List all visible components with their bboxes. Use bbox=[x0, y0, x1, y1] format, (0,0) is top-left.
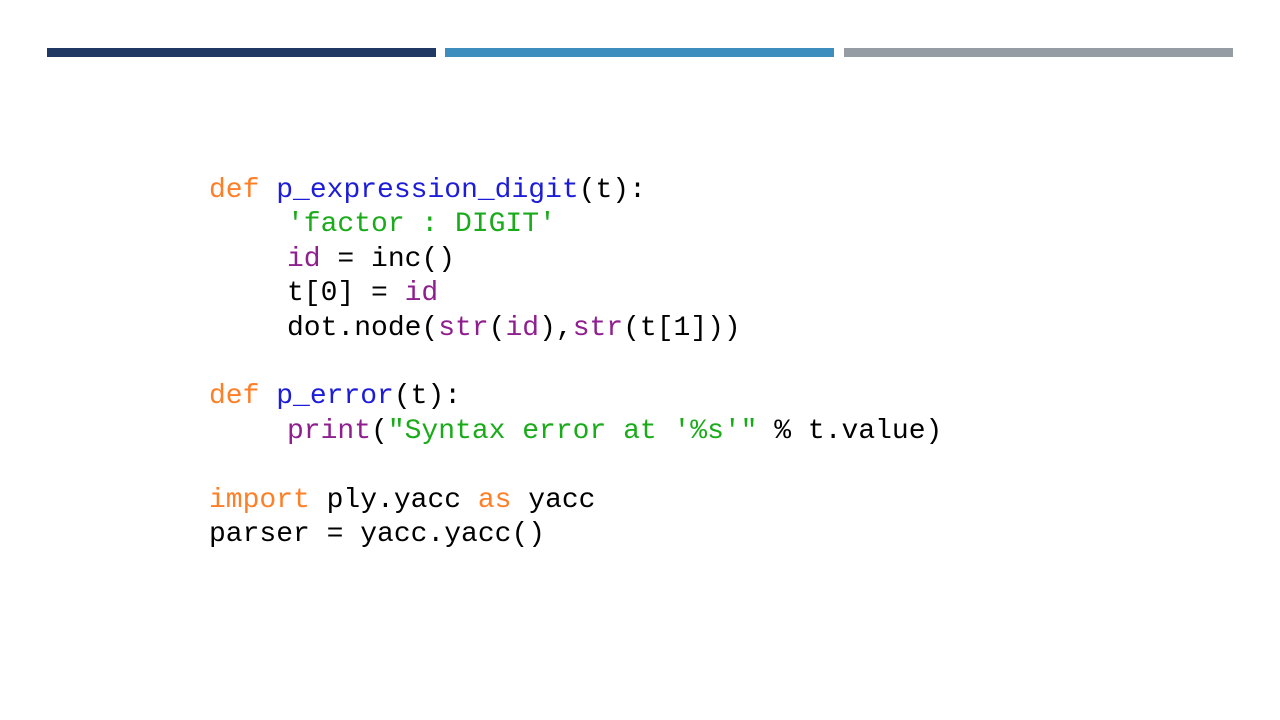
code-text: t[0] = bbox=[287, 278, 405, 310]
keyword-def: def bbox=[209, 175, 260, 206]
slide: def p_expression_digit(t):'factor : DIGI… bbox=[0, 0, 1280, 720]
header-bar-dark-blue bbox=[47, 48, 436, 57]
builtin-str: str bbox=[438, 312, 489, 344]
function-name: p_error bbox=[276, 381, 394, 413]
code-line-id-assign: id = inc() bbox=[209, 243, 942, 277]
builtin-id: id bbox=[287, 243, 321, 275]
builtin-id: id bbox=[404, 278, 439, 310]
code-text: = inc() bbox=[320, 243, 456, 275]
code-text: (t): bbox=[393, 381, 462, 413]
code-text: % t.value) bbox=[757, 415, 943, 447]
code-block: def p_expression_digit(t):'factor : DIGI… bbox=[209, 174, 942, 552]
keyword-def: def bbox=[209, 381, 260, 413]
code-text: ( bbox=[371, 415, 388, 447]
code-line-import: import ply.yacc as yacc bbox=[209, 484, 942, 518]
code-line-def-p-expression-digit: def p_expression_digit(t): bbox=[209, 174, 942, 208]
code-line-print: print("Syntax error at '%s'" % t.value) bbox=[209, 415, 942, 449]
string-literal: "Syntax error at '%s'" bbox=[387, 415, 758, 447]
function-name: p_expression_digit bbox=[276, 175, 579, 206]
header-bar-gray bbox=[844, 48, 1233, 57]
code-text: dot.node( bbox=[287, 312, 439, 344]
code-text: (t[1])) bbox=[623, 312, 741, 344]
header-bar-light-blue bbox=[445, 48, 834, 57]
code-line-docstring: 'factor : DIGIT' bbox=[209, 208, 942, 242]
code-line-dot-node: dot.node(str(id),str(t[1])) bbox=[209, 312, 942, 346]
builtin-print: print bbox=[287, 415, 372, 447]
code-text: parser = yacc.yacc() bbox=[209, 518, 546, 550]
code-text: ply.yacc bbox=[309, 484, 478, 516]
code-line-t0-assign: t[0] = id bbox=[209, 277, 942, 311]
string-literal: 'factor : DIGIT' bbox=[287, 209, 556, 241]
code-text: ), bbox=[539, 312, 573, 344]
code-text: ( bbox=[488, 312, 506, 344]
code-line-def-p-error: def p_error(t): bbox=[209, 380, 942, 414]
code-line-parser: parser = yacc.yacc() bbox=[209, 518, 942, 552]
builtin-id: id bbox=[505, 312, 540, 344]
keyword-as: as bbox=[477, 484, 512, 516]
builtin-str: str bbox=[572, 312, 624, 344]
keyword-import: import bbox=[209, 484, 310, 516]
code-text: yacc bbox=[511, 484, 596, 516]
code-text: (t): bbox=[578, 175, 646, 206]
